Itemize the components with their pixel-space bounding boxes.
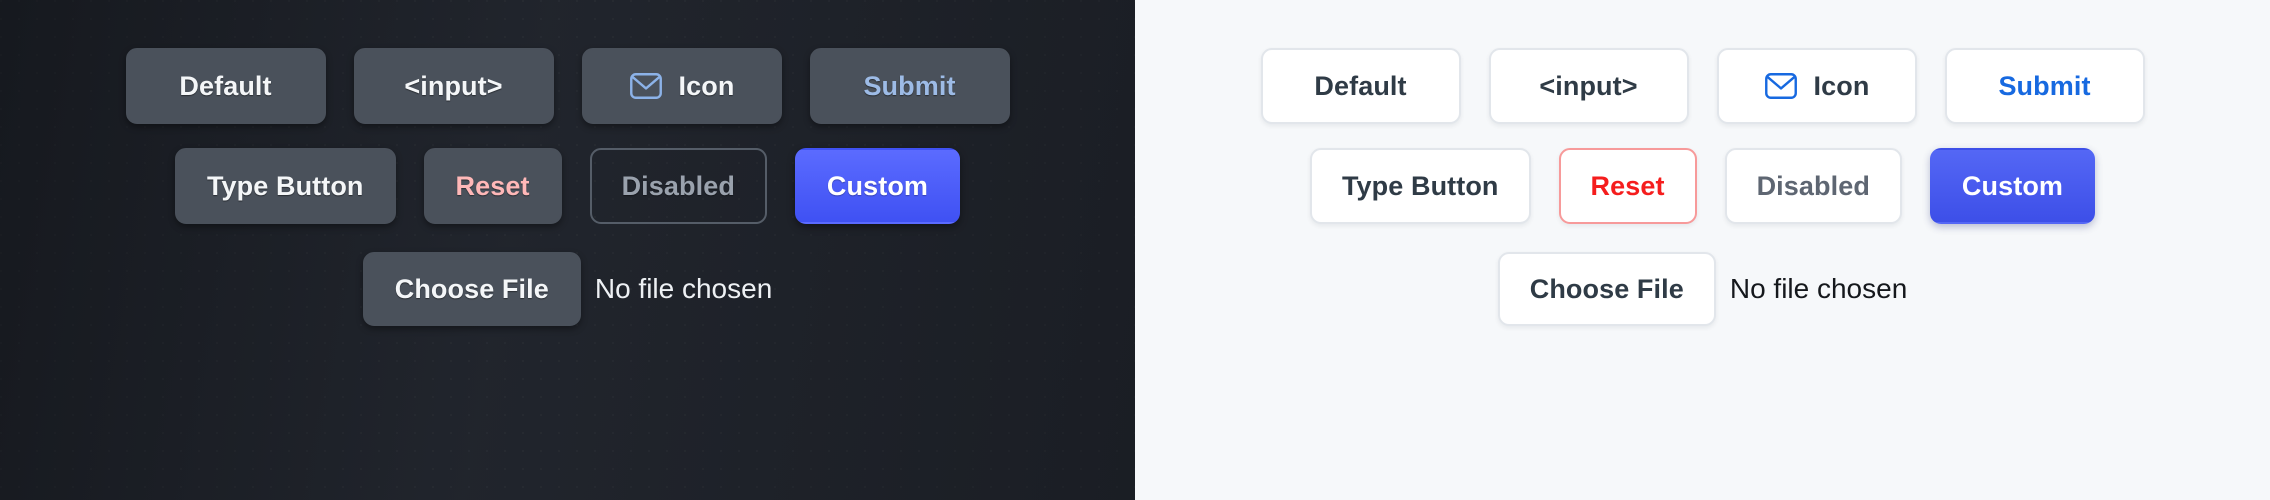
envelope-icon bbox=[1764, 71, 1798, 101]
default-button-label: Default bbox=[179, 70, 272, 101]
dark-button-row-2: Type Button Reset Disabled Custom bbox=[174, 148, 961, 224]
custom-button-label: Custom bbox=[826, 170, 929, 201]
file-status-text: No file chosen bbox=[594, 273, 773, 304]
input-button[interactable]: <input> bbox=[1488, 48, 1689, 124]
disabled-button: Disabled bbox=[589, 148, 767, 224]
dark-theme-panel: Default <input> Icon Submit Type Button … bbox=[0, 0, 1135, 500]
type-button[interactable]: Type Button bbox=[174, 148, 396, 224]
icon-button[interactable]: Icon bbox=[581, 48, 782, 124]
button-showcase: Default <input> Icon Submit Type Button … bbox=[0, 0, 2270, 500]
light-button-row-2: Type Button Reset Disabled Custom bbox=[1309, 148, 2096, 224]
custom-button[interactable]: Custom bbox=[1929, 148, 2096, 224]
icon-button-label: Icon bbox=[1813, 70, 1870, 101]
submit-button-label: Submit bbox=[1998, 70, 2091, 101]
submit-button[interactable]: Submit bbox=[1944, 48, 2145, 124]
light-button-row-1: Default <input> Icon Submit bbox=[1260, 48, 2145, 124]
default-button[interactable]: Default bbox=[1260, 48, 1461, 124]
type-button-label: Type Button bbox=[1341, 170, 1499, 201]
input-button-label: <input> bbox=[1539, 70, 1638, 101]
file-status-text: No file chosen bbox=[1729, 273, 1908, 304]
submit-button-label: Submit bbox=[863, 70, 956, 101]
light-theme-panel: Default <input> Icon Submit Type Button … bbox=[1135, 0, 2270, 500]
type-button-label: Type Button bbox=[206, 170, 364, 201]
envelope-icon bbox=[629, 71, 663, 101]
type-button[interactable]: Type Button bbox=[1309, 148, 1531, 224]
icon-button[interactable]: Icon bbox=[1716, 48, 1917, 124]
default-button[interactable]: Default bbox=[125, 48, 326, 124]
input-button-label: <input> bbox=[404, 70, 503, 101]
choose-file-button-label: Choose File bbox=[1529, 273, 1684, 304]
dark-file-input-row: Choose File No file chosen bbox=[362, 252, 773, 326]
custom-button[interactable]: Custom bbox=[794, 148, 961, 224]
disabled-button: Disabled bbox=[1724, 148, 1902, 224]
reset-button-label: Reset bbox=[1590, 170, 1665, 201]
choose-file-button[interactable]: Choose File bbox=[362, 252, 581, 326]
default-button-label: Default bbox=[1314, 70, 1407, 101]
icon-button-label: Icon bbox=[678, 70, 735, 101]
light-file-input-row: Choose File No file chosen bbox=[1497, 252, 1908, 326]
reset-button-label: Reset bbox=[455, 170, 530, 201]
choose-file-button[interactable]: Choose File bbox=[1497, 252, 1716, 326]
disabled-button-label: Disabled bbox=[621, 170, 735, 201]
disabled-button-label: Disabled bbox=[1756, 170, 1870, 201]
reset-button[interactable]: Reset bbox=[423, 148, 562, 224]
custom-button-label: Custom bbox=[1961, 170, 2064, 201]
submit-button[interactable]: Submit bbox=[809, 48, 1010, 124]
reset-button[interactable]: Reset bbox=[1558, 148, 1697, 224]
dark-button-row-1: Default <input> Icon Submit bbox=[125, 48, 1010, 124]
choose-file-button-label: Choose File bbox=[394, 273, 549, 304]
input-button[interactable]: <input> bbox=[353, 48, 554, 124]
